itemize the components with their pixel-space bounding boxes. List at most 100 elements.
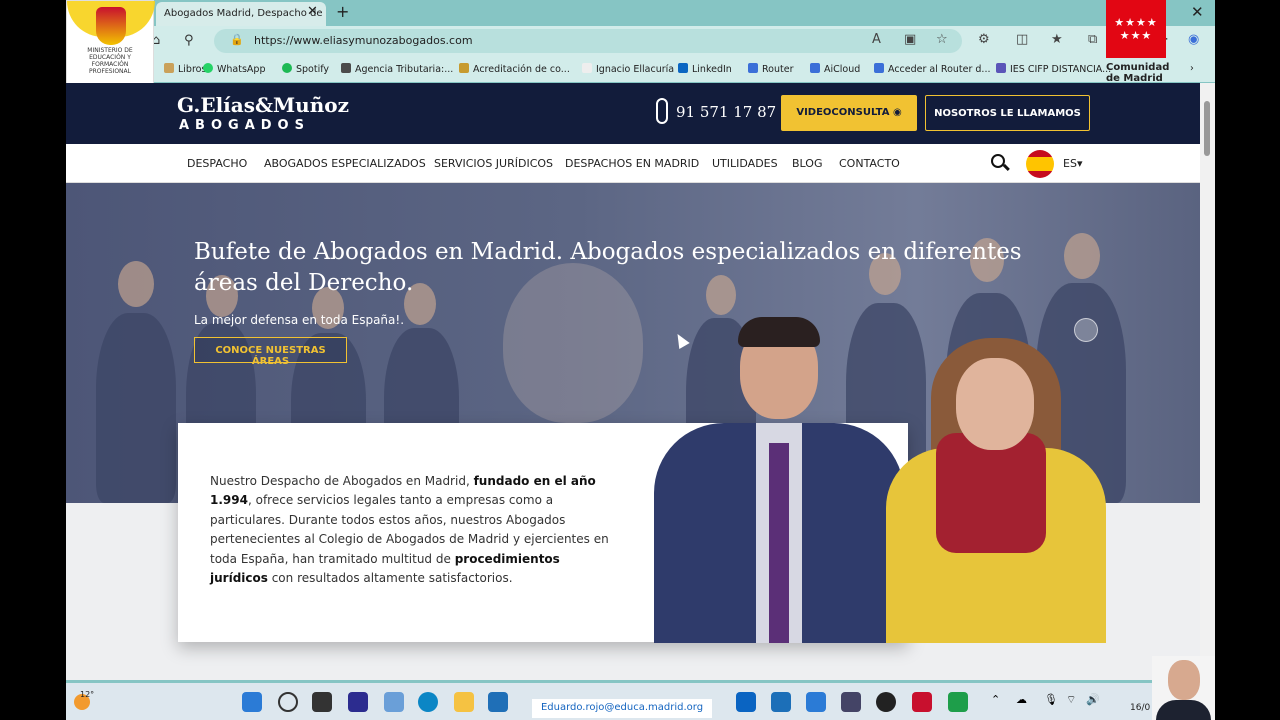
snipping-icon[interactable] [384, 692, 404, 712]
aicloud-icon [810, 63, 820, 73]
language-label: ES [1063, 157, 1077, 170]
edge-icon[interactable] [418, 692, 438, 712]
conoce-areas-button[interactable]: CONOCE NUESTRAS ÁREAS [194, 337, 347, 367]
bookmark-label: WhatsApp [217, 64, 266, 75]
router-icon [874, 63, 884, 73]
tie [769, 443, 789, 643]
videoconsulta-button[interactable]: VIDEOCONSULTA ◉ [781, 95, 917, 131]
intro-text: Nuestro Despacho de Abogados en Madrid, … [210, 472, 620, 588]
bookmark-router[interactable]: Router [748, 63, 793, 75]
photos-icon[interactable] [771, 692, 791, 712]
copilot-icon[interactable]: ◉ [1188, 32, 1199, 47]
comunidad-madrid-text: Comunidad de Madrid [1106, 62, 1169, 84]
virtualbox-icon[interactable] [841, 692, 861, 712]
bookmark-acreditacion[interactable]: Acreditación de co... [459, 63, 570, 75]
nav-abogados[interactable]: ABOGADOS ESPECIALIZADOS [264, 157, 426, 170]
collections-icon[interactable]: ⧉ [1088, 32, 1097, 47]
bookmark-label: Router [762, 64, 794, 75]
bookmark-label: Ignacio Ellacuría [596, 64, 675, 75]
excel-icon[interactable] [948, 692, 968, 712]
hero-subtitle: La mejor defensa en toda España!. [194, 313, 405, 327]
favorite-star-icon[interactable]: ☆ [936, 32, 948, 47]
split-screen-icon[interactable]: ◫ [1016, 32, 1028, 47]
task-view-icon[interactable] [312, 692, 332, 712]
obs-icon[interactable] [876, 692, 896, 712]
search-icon[interactable]: ⚲ [184, 33, 194, 48]
read-aloud-icon[interactable]: A [872, 32, 881, 47]
bookmark-acceder-router[interactable]: Acceder al Router d... [874, 63, 991, 75]
tray-chevron-up-icon[interactable]: ⌃ [991, 693, 1000, 706]
url-text: https://www.eliasymunozabogados.com [254, 34, 473, 47]
scarf [936, 433, 1046, 553]
comunidad-madrid-logo: ★★★★ ★★★ [1106, 0, 1166, 58]
router-icon [748, 63, 758, 73]
bookmark-ellacuria[interactable]: Ignacio Ellacuría [582, 63, 674, 75]
start-icon[interactable] [242, 692, 262, 712]
site-header: G.Elías&Muñoz ABOGADOS 91 571 17 87 VIDE… [66, 83, 1200, 144]
bookmarks-more-chevron-icon[interactable]: › [1190, 63, 1194, 74]
window-close-icon[interactable]: ✕ [1191, 3, 1204, 21]
favorites-icon[interactable]: ★ [1051, 32, 1063, 47]
active-tab[interactable]: Abogados Madrid, Despacho de [156, 2, 326, 26]
bookmark-libros[interactable]: Libros [164, 63, 206, 75]
bookmark-agencia[interactable]: Agencia Tributaria:... [341, 63, 453, 75]
outlook-icon[interactable] [736, 692, 756, 712]
hair [738, 317, 820, 347]
site-logo-name[interactable]: G.Elías&Muñoz [177, 93, 349, 117]
bookmark-ies[interactable]: IES CIFP DISTANCIA... [996, 63, 1111, 75]
nav-utilidades[interactable]: UTILIDADES [712, 157, 778, 170]
phone-text: 91 571 17 87 [676, 103, 777, 121]
file-explorer-icon[interactable] [454, 692, 474, 712]
comunidad-line1: Comunidad [1106, 62, 1170, 73]
nav-despachos-madrid[interactable]: DESPACHOS EN MADRID [565, 157, 699, 170]
search-taskbar-icon[interactable] [278, 692, 298, 712]
page-scrollbar[interactable] [1200, 83, 1215, 680]
chevron-down-icon: ▾ [1076, 157, 1083, 170]
nav-despacho[interactable]: DESPACHO [187, 157, 247, 170]
bookmark-linkedin[interactable]: LinkedIn [678, 63, 732, 75]
nav-servicios[interactable]: SERVICIOS JURÍDICOS [434, 157, 553, 170]
spain-flag-icon[interactable] [1026, 150, 1054, 178]
bookmark-spotify[interactable]: Spotify [282, 63, 329, 75]
site-logo-subtitle[interactable]: ABOGADOS [179, 118, 310, 133]
crest-icon [459, 63, 469, 73]
store-icon[interactable] [488, 692, 508, 712]
tab-close-icon[interactable]: ✕ [307, 4, 318, 19]
site-search-icon[interactable] [991, 154, 1005, 168]
bookmark-whatsapp[interactable]: WhatsApp [203, 63, 265, 75]
phone-number[interactable]: 91 571 17 87 [656, 103, 776, 121]
address-bar[interactable]: 🔒 https://www.eliasymunozabogados.com [214, 29, 962, 53]
nav-contacto[interactable]: CONTACTO [839, 157, 900, 170]
clock-date[interactable]: 16/0 [1130, 703, 1150, 713]
bookmark-aicloud[interactable]: AiCloud [810, 63, 860, 75]
new-tab-icon[interactable]: + [336, 2, 349, 21]
nav-blog[interactable]: BLOG [792, 157, 822, 170]
bookmark-label: Acceder al Router d... [888, 64, 991, 75]
page-icon [582, 63, 592, 73]
wifi-icon[interactable]: ⌔ [1066, 693, 1076, 707]
lawyer-photo-woman [886, 338, 1106, 643]
app-icon[interactable] [806, 692, 826, 712]
volume-icon[interactable]: 🔊 [1086, 693, 1100, 706]
presenter-body [1156, 700, 1211, 720]
language-selector[interactable]: ES▾ [1063, 157, 1082, 170]
bookmark-label: Agencia Tributaria:... [355, 64, 454, 75]
scrollbar-thumb[interactable] [1204, 101, 1210, 156]
app-icon[interactable] [348, 692, 368, 712]
tab-strip: Abogados Madrid, Despacho de ✕ + ✕ [66, 0, 1215, 26]
onedrive-icon[interactable]: ☁ [1016, 693, 1027, 706]
presenter-face [1168, 660, 1200, 700]
extensions-icon[interactable]: ⚙ [978, 32, 990, 47]
weather-temp: 12° [80, 690, 95, 699]
microphone-icon[interactable]: 🎙 [1044, 693, 1058, 706]
hero-title: Bufete de Abogados en Madrid. Abogados e… [194, 239, 1022, 296]
bookmarks-bar: Libros WhatsApp Spotify Agencia Tributar… [66, 56, 1215, 82]
linkedin-icon [678, 63, 688, 73]
main-navigation: DESPACHO ABOGADOS ESPECIALIZADOS SERVICI… [66, 144, 1200, 183]
call-me-button[interactable]: NOSOTROS LE LLAMAMOS [925, 95, 1090, 131]
mcafee-icon[interactable] [912, 692, 932, 712]
intro-text-part: con resultados altamente satisfactorios. [267, 571, 513, 586]
app-icon[interactable]: ▣ [904, 32, 916, 47]
screen: Abogados Madrid, Despacho de ✕ + ✕ ⌂ ⚲ 🔒… [0, 0, 1280, 720]
ies-icon [996, 63, 1006, 73]
